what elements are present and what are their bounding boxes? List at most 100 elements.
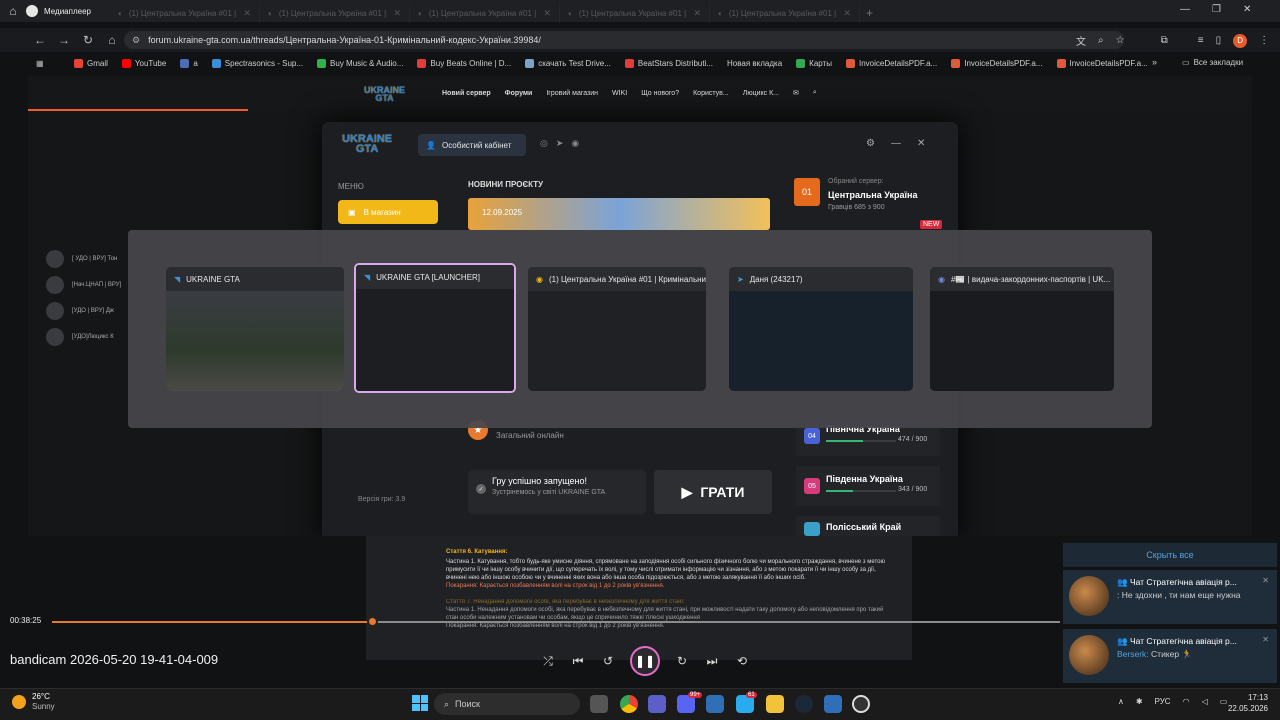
bookmarks-overflow-icon[interactable]: »: [1152, 57, 1157, 67]
telegram-icon[interactable]: ➤: [556, 138, 564, 149]
tray-overflow-icon[interactable]: ∧: [1118, 697, 1124, 706]
bookmark-item[interactable]: Gmail: [74, 58, 108, 68]
browser-tab[interactable]: ◐ (1) Центральна Україна #01 | ✕: [410, 3, 560, 23]
switcher-window[interactable]: ◥ UKRAINE GTA: [166, 267, 344, 391]
bookmark-item[interactable]: Spectrasonics - Sup...: [211, 58, 303, 68]
clock[interactable]: 17:13 22.05.2026: [1222, 692, 1268, 714]
bookmark-item[interactable]: скачать Test Drive...: [525, 58, 611, 68]
server-row[interactable]: Полісський Край: [796, 516, 940, 536]
close-icon[interactable]: ✕: [1262, 635, 1269, 644]
wifi-icon[interactable]: ◠: [1183, 697, 1190, 706]
bookmark-item[interactable]: Buy Beats Online | D...: [417, 58, 511, 68]
previous-icon[interactable]: ⏮: [570, 654, 586, 669]
minimize-icon[interactable]: —: [891, 138, 901, 149]
media-player-icon[interactable]: [852, 695, 870, 713]
switcher-window-selected[interactable]: ◥ UKRAINE GTA [LAUNCHER]: [354, 263, 516, 393]
switcher-window[interactable]: ◉ (1) Центральна Україна #01 | Кримінальн…: [528, 267, 706, 391]
app-icon[interactable]: [706, 695, 724, 713]
start-button[interactable]: [412, 695, 428, 711]
close-icon[interactable]: ✕: [917, 138, 925, 149]
nav-shop[interactable]: Ігровий магазин: [546, 90, 598, 97]
shuffle-icon[interactable]: ⤮: [540, 654, 556, 669]
server-row[interactable]: 05 Південна Україна 343 / 900: [796, 466, 940, 506]
settings-icon[interactable]: ⚙: [866, 138, 875, 149]
extensions-icon[interactable]: ⧉: [1161, 35, 1168, 46]
language-indicator[interactable]: РУС: [1155, 697, 1171, 706]
switcher-window[interactable]: ➤ Даня (243217): [729, 267, 913, 391]
site-info-icon[interactable]: ⚙: [132, 35, 140, 46]
instagram-icon[interactable]: ◎: [540, 138, 548, 149]
nav-wiki[interactable]: WIKI: [612, 90, 627, 97]
chrome-icon[interactable]: [620, 695, 638, 713]
volume-icon[interactable]: ◁: [1202, 697, 1208, 706]
bookmark-item[interactable]: InvoiceDetailsPDF.a...: [951, 58, 1043, 68]
taskbar-search[interactable]: ⌕ Поиск: [434, 693, 580, 715]
close-icon[interactable]: ✕: [843, 8, 851, 19]
member-row[interactable]: [ УДО | ВРУ] Тон: [46, 246, 136, 272]
forward-30-icon[interactable]: ↻: [674, 654, 690, 668]
bookmark-item[interactable]: Карты: [796, 58, 832, 68]
notification[interactable]: 👥 Чат Стратегічна авіація р... Berserk: …: [1063, 629, 1277, 683]
translate-icon[interactable]: 文: [1076, 33, 1086, 48]
discord-icon[interactable]: ◉: [571, 138, 579, 149]
teams-icon[interactable]: [648, 695, 666, 713]
close-window-icon[interactable]: ✕: [1243, 4, 1251, 15]
news-banner[interactable]: 12.09.2025: [468, 198, 770, 230]
browser-tab[interactable]: ◐ (1) Центральна Україна #01 | ✕: [260, 3, 410, 23]
home-button-icon[interactable]: ⌂: [100, 33, 124, 47]
bookmark-item[interactable]: InvoiceDetailsPDF.a...: [845, 58, 937, 68]
browser-tab[interactable]: ◐ (1) Центральна Україна #01 | ✕: [710, 3, 860, 23]
next-icon[interactable]: ⏭: [704, 654, 720, 669]
repeat-off-icon[interactable]: ⟲: [734, 654, 750, 668]
close-icon[interactable]: ✕: [543, 8, 551, 19]
bookmark-item[interactable]: InvoiceDetailsPDF.a...: [1056, 58, 1148, 68]
close-icon[interactable]: ✕: [693, 8, 701, 19]
member-row[interactable]: [УДО]Люцикс К: [46, 324, 136, 350]
browser-tab[interactable]: ◐ (1) Центральна Україна #01 | ✕: [110, 3, 260, 23]
bookmark-item[interactable]: Buy Music & Audio...: [317, 58, 403, 68]
seek-handle[interactable]: [366, 616, 378, 627]
steam-icon[interactable]: [795, 695, 813, 713]
maximize-icon[interactable]: ❐: [1212, 4, 1221, 15]
pause-button[interactable]: ❚❚: [630, 646, 660, 676]
task-view-icon[interactable]: [590, 695, 608, 713]
close-icon[interactable]: ✕: [393, 8, 401, 19]
weather-widget[interactable]: 26°C Sunny: [12, 692, 55, 712]
notification[interactable]: 👥 Чат Стратегічна авіація р... : Не здох…: [1063, 570, 1277, 624]
bookmark-item[interactable]: a: [180, 58, 198, 68]
browser-tab[interactable]: ◐ (1) Центральна Україна #01 | ✕: [560, 3, 710, 23]
new-tab-button[interactable]: +: [860, 6, 873, 20]
minimize-icon[interactable]: —: [1180, 4, 1190, 15]
apps-grid-icon[interactable]: ▦: [36, 59, 44, 68]
bookmark-star-icon[interactable]: ☆: [1116, 35, 1125, 46]
bookmark-item[interactable]: BeatStars Distributi...: [624, 58, 713, 68]
selected-server-card[interactable]: 01 Обраний сервер: Центральна Україна Гр…: [794, 176, 944, 229]
hide-all-button[interactable]: Скрыть все: [1063, 543, 1277, 567]
bookmark-item[interactable]: YouTube: [121, 58, 166, 68]
nav-users[interactable]: Користув...: [693, 90, 729, 97]
zoom-icon[interactable]: ⌕: [1098, 35, 1104, 46]
all-bookmarks[interactable]: ▭ Все закладки: [1182, 58, 1243, 67]
file-explorer-icon[interactable]: [766, 695, 784, 713]
switcher-window[interactable]: ◉ #📰 | видача-закордонних-паспортів | UK.…: [930, 267, 1114, 391]
search-icon[interactable]: ⌕: [813, 89, 817, 97]
address-bar[interactable]: ⚙ forum.ukraine-gta.com.ua/threads/Центр…: [124, 31, 1124, 49]
media-controls-icon[interactable]: ≡: [1198, 35, 1204, 46]
nav-new-server[interactable]: Новий сервер: [442, 90, 491, 97]
bluetooth-icon[interactable]: ✱: [1136, 697, 1143, 706]
forum-logo[interactable]: UKRAINE GTA: [364, 86, 405, 103]
cabinet-button[interactable]: 👤 Особистий кабінет: [418, 134, 526, 156]
back-icon[interactable]: ←: [28, 33, 52, 47]
play-button[interactable]: ▶ ГРАТИ: [654, 470, 772, 514]
nav-profile[interactable]: Люцикс К...: [743, 90, 779, 97]
alerts-icon[interactable]: ✉: [793, 89, 799, 97]
game-icon[interactable]: [824, 695, 842, 713]
forward-icon[interactable]: →: [52, 33, 76, 47]
rewind-10-icon[interactable]: ↺: [600, 654, 616, 668]
profile-avatar[interactable]: D: [1233, 33, 1248, 48]
nav-whats-new[interactable]: Що нового?: [641, 90, 679, 97]
member-row[interactable]: [Нач.ЦНАП | ВРУ]: [46, 272, 136, 298]
reload-icon[interactable]: ↻: [76, 33, 100, 47]
close-icon[interactable]: ✕: [243, 8, 251, 19]
split-icon[interactable]: ▯: [1216, 35, 1222, 46]
